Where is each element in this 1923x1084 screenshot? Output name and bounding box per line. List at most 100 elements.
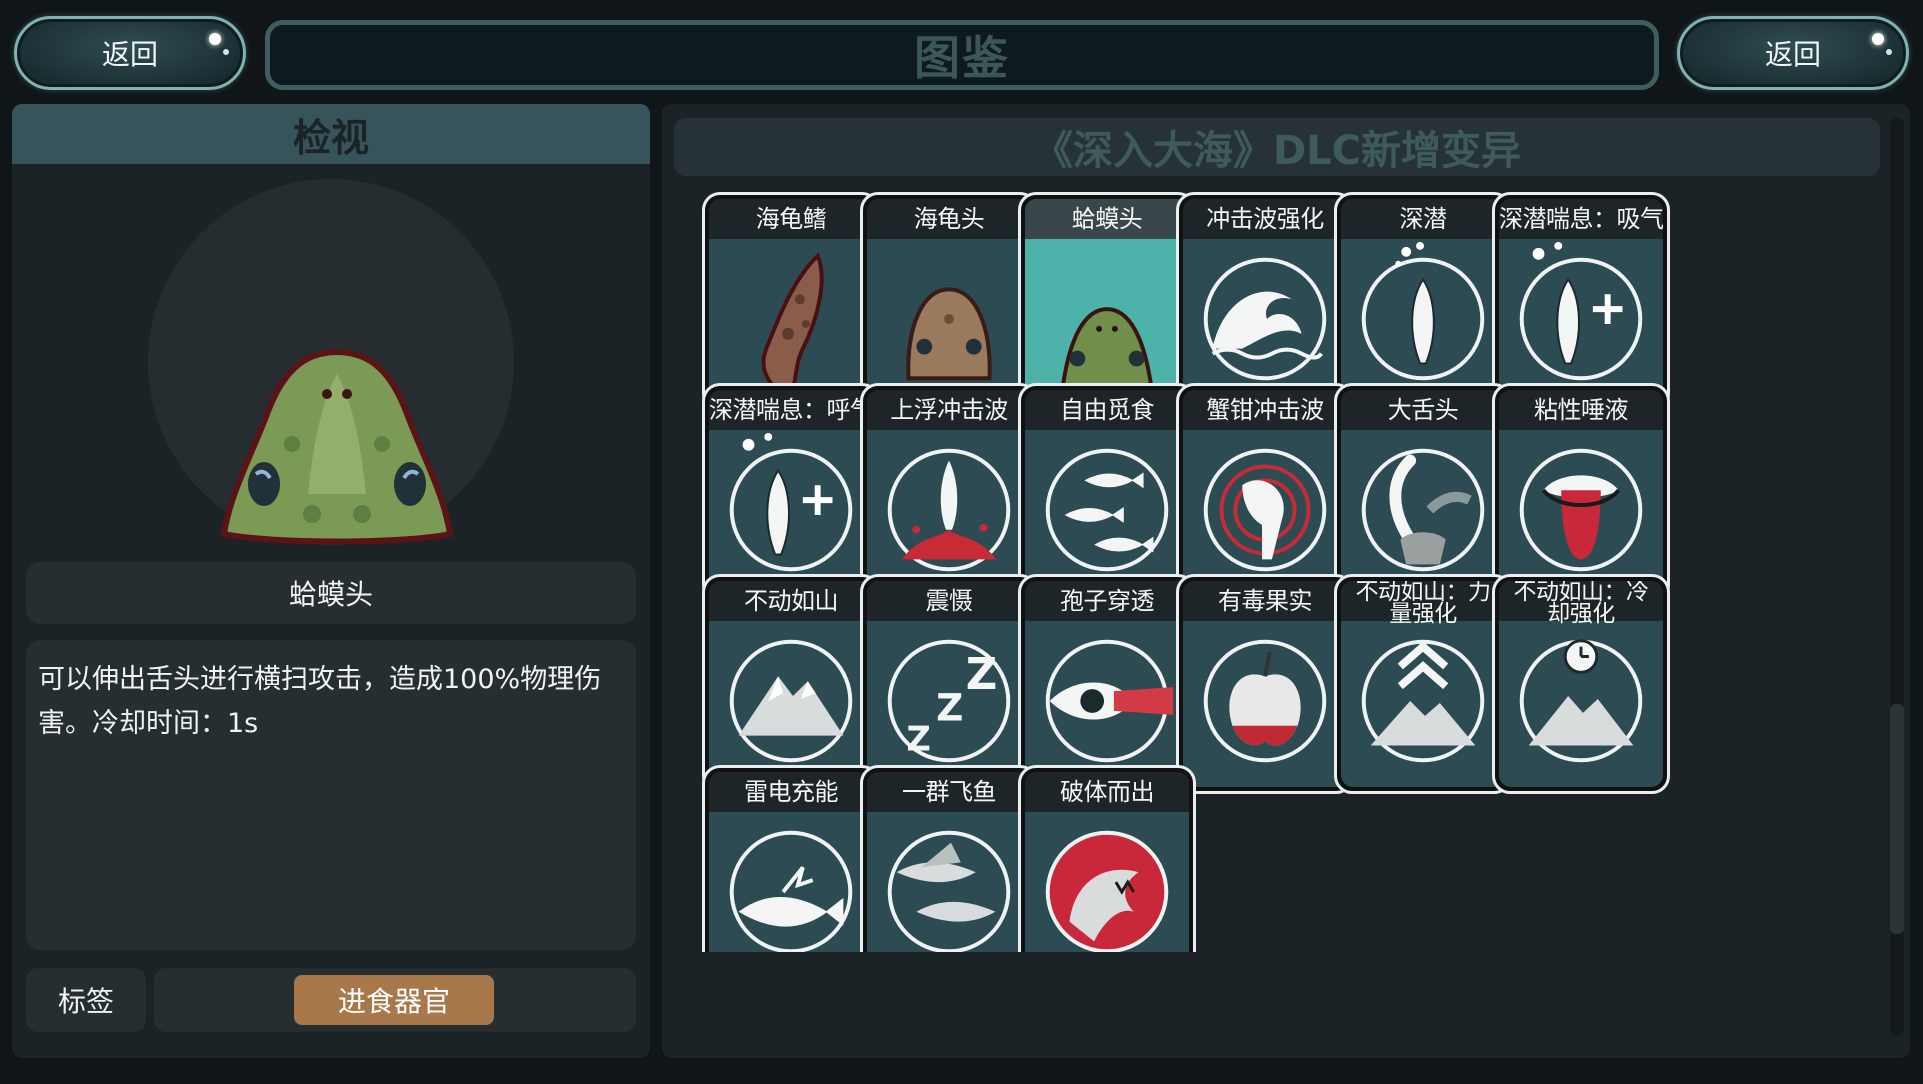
mutation-card-body: 不动如山 xyxy=(709,581,873,787)
mutation-card-body: 有毒果实 xyxy=(1183,581,1347,787)
mutation-card-label: 深潜喘息：呼气 xyxy=(709,390,873,430)
catalog-title: 《深入大海》DLC新增变异 xyxy=(1032,128,1522,174)
mutation-card-label: 海龟鳍 xyxy=(709,199,873,239)
mutation-card-body: 上浮冲击波 xyxy=(867,390,1031,596)
mutation-card[interactable]: 雷电充能 xyxy=(702,765,880,952)
mutation-card-body: 深潜喘息：呼气 xyxy=(709,390,873,596)
shark-burst-icon xyxy=(1045,830,1169,952)
mutation-card-label: 海龟头 xyxy=(867,199,1031,239)
mutation-card[interactable]: 震慑 Z Z Z xyxy=(860,574,1038,794)
mutation-card-label: 破体而出 xyxy=(1025,772,1189,812)
mutation-card-label: 蛤蟆头 xyxy=(1025,199,1189,239)
mutation-card-body: 深潜 xyxy=(1341,199,1505,405)
turtle-head-icon xyxy=(906,287,992,381)
mutation-card[interactable]: 深潜喘息：呼气 xyxy=(702,383,880,603)
mutation-card-label: 上浮冲击波 xyxy=(867,390,1031,430)
selected-item-description: 可以伸出舌头进行横扫攻击，造成100%物理伤害。冷却时间：1s xyxy=(26,640,636,950)
mutation-card-body: 大舌头 xyxy=(1341,390,1505,596)
back-button-right[interactable]: 返回 xyxy=(1677,16,1909,90)
mutation-card[interactable]: 一群飞鱼 xyxy=(860,765,1038,952)
mutation-card[interactable]: 上浮冲击波 xyxy=(860,383,1038,603)
inspect-panel: 检视 蛤蟆头 可以伸出舌头进行横扫攻击，造成100%物理伤害。冷却时间：1s 标… xyxy=(12,104,650,1058)
mutation-card-label: 粘性唾液 xyxy=(1499,390,1663,430)
mutation-card[interactable]: 海龟鳍 xyxy=(702,192,880,412)
mutation-card-label: 深潜喘息：吸气 xyxy=(1499,199,1663,239)
mouth-tongue-icon xyxy=(1519,448,1643,572)
crab-claw-icon xyxy=(1203,448,1327,572)
page-title: 图鉴 xyxy=(914,31,1010,85)
fish-plus-icon xyxy=(1519,241,1643,381)
fish-lightning-icon xyxy=(729,830,853,952)
mutation-card-body: 震慑 Z Z Z xyxy=(867,581,1031,787)
mutation-card-body: 蟹钳冲击波 xyxy=(1183,390,1347,596)
catalog-panel: 《深入大海》DLC新增变异 海龟鳍 海龟头 蛤蟆头 冲击波强化 深潜 深潜喘息：吸气深潜喘… xyxy=(662,104,1910,1058)
toad-head-icon xyxy=(1060,307,1154,391)
mutation-card[interactable]: 不动如山：力 量强化 xyxy=(1334,574,1512,794)
mutation-card[interactable]: 有毒果实 xyxy=(1176,574,1354,794)
mutation-card-body: 蛤蟆头 xyxy=(1025,199,1189,405)
svg-text:Z: Z xyxy=(936,686,963,730)
mutation-card-label: 震慑 xyxy=(867,581,1031,621)
wave-icon xyxy=(1203,257,1327,381)
mutation-card-body: 海龟头 xyxy=(867,199,1031,405)
mutation-card[interactable]: 粘性唾液 xyxy=(1492,383,1670,603)
mutation-card-body: 深潜喘息：吸气 xyxy=(1499,199,1663,405)
mutation-card-label: 深潜 xyxy=(1341,199,1505,239)
mutation-card[interactable]: 大舌头 xyxy=(1334,383,1512,603)
catalog-header: 《深入大海》DLC新增变异 xyxy=(674,118,1880,176)
back-button-label: 返回 xyxy=(101,38,158,71)
fish-plus-icon xyxy=(729,432,853,572)
mutation-card-label: 雷电充能 xyxy=(709,772,873,812)
mountain-clock-icon xyxy=(1519,639,1643,763)
shine-icon xyxy=(209,33,221,45)
mutation-card-body: 海龟鳍 xyxy=(709,199,873,405)
mutation-card-body: 不动如山：冷 却强化 xyxy=(1499,581,1663,787)
mutation-card[interactable]: 自由觅食 xyxy=(1018,383,1196,603)
tag-label: 标签 xyxy=(26,968,146,1032)
mutation-card-label: 有毒果实 xyxy=(1183,581,1347,621)
mutation-card[interactable]: 不动如山 xyxy=(702,574,880,794)
mutation-card-body: 冲击波强化 xyxy=(1183,199,1347,405)
mutation-card[interactable]: 冲击波强化 xyxy=(1176,192,1354,412)
mutation-grid: 海龟鳍 海龟头 蛤蟆头 冲击波强化 深潜 深潜喘息：吸气深潜喘息：呼气 上浮冲击波 自由觅食蟹… xyxy=(702,192,1882,952)
zzz-icon: ZZZ xyxy=(887,639,1011,763)
mountain-icon xyxy=(729,639,853,763)
poison-apple-icon xyxy=(1203,639,1327,763)
mutation-card[interactable]: 深潜 xyxy=(1334,192,1512,412)
mutation-card-label: 孢子穿透 xyxy=(1025,581,1189,621)
inspect-title: 检视 xyxy=(292,115,369,160)
mutation-card-label: 冲击波强化 xyxy=(1183,199,1347,239)
mutation-card[interactable]: 深潜喘息：吸气 xyxy=(1492,192,1670,412)
toad-head-preview-icon xyxy=(220,348,454,544)
mutation-card[interactable]: 蟹钳冲击波 xyxy=(1176,383,1354,603)
mutation-card-body: 孢子穿透 xyxy=(1025,581,1189,787)
selected-item-name: 蛤蟆头 xyxy=(26,562,636,624)
mutation-card[interactable]: 蛤蟆头 xyxy=(1018,192,1196,412)
mutation-card-label: 不动如山：冷 却强化 xyxy=(1499,581,1663,626)
mutation-card-body: 一群飞鱼 xyxy=(867,772,1031,952)
mutation-card[interactable]: 破体而出 xyxy=(1018,765,1196,952)
scrollbar-thumb[interactable] xyxy=(1890,704,1904,934)
tag-area: 进食器官 xyxy=(154,968,636,1032)
mutation-card-label: 不动如山：力 量强化 xyxy=(1341,581,1505,626)
mutation-card-label: 蟹钳冲击波 xyxy=(1183,390,1347,430)
mutation-card[interactable]: 孢子穿透 xyxy=(1018,574,1196,794)
mutation-card-label: 不动如山 xyxy=(709,581,873,621)
turtle-fin-icon xyxy=(761,252,824,397)
mutation-card-body: 自由觅食 xyxy=(1025,390,1189,596)
svg-text:Z: Z xyxy=(966,650,998,700)
eye-beam-icon xyxy=(1045,639,1174,763)
shine-icon xyxy=(223,49,229,55)
mutation-card[interactable]: 不动如山：冷 却强化 xyxy=(1492,574,1670,794)
mutation-card-label: 一群飞鱼 xyxy=(867,772,1031,812)
flying-fish-icon xyxy=(887,830,1011,952)
mutation-card-body: 破体而出 xyxy=(1025,772,1189,952)
shine-icon xyxy=(1886,49,1892,55)
mountain-chevron-icon xyxy=(1361,639,1485,763)
back-button-left[interactable]: 返回 xyxy=(14,16,246,90)
page-title-bar: 图鉴 xyxy=(265,20,1659,90)
svg-text:Z: Z xyxy=(907,719,931,758)
tag-chip: 进食器官 xyxy=(294,975,494,1025)
shine-icon xyxy=(1872,33,1884,45)
mutation-card[interactable]: 海龟头 xyxy=(860,192,1038,412)
